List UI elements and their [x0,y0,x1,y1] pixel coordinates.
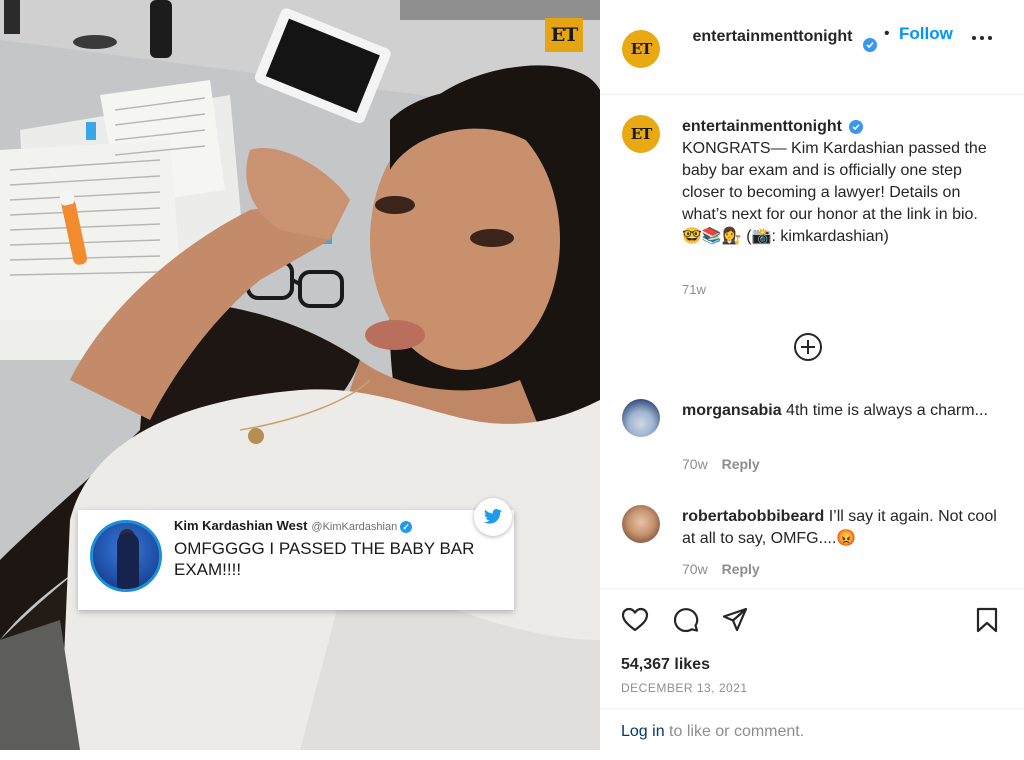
comment-text: 4th time is always a charm... [786,402,988,419]
post-side-panel: ET entertainmenttonight • Follow ET ente… [600,0,1024,750]
heart-icon[interactable] [621,606,649,634]
verified-icon [863,38,877,52]
post-actions-bar [600,588,1024,648]
load-more-comments-button[interactable] [793,332,823,362]
comment-meta: 70w Reply [682,561,760,577]
caption-avatar[interactable]: ET [622,115,660,153]
comment-icon[interactable] [672,606,700,634]
share-icon[interactable] [721,606,749,634]
comment-username[interactable]: morgansabia [682,402,782,419]
login-rest-text: to like or comment. [664,723,805,740]
post-header: ET entertainmenttonight • Follow [600,0,1024,95]
post-caption: entertainmenttonight KONGRATS— Kim Karda… [682,116,1002,248]
tweet-verified-icon: ✓ [400,520,413,533]
header-username[interactable]: entertainmenttonight [680,26,865,48]
comment-timestamp[interactable]: 70w [682,561,708,577]
embedded-tweet-card: Kim Kardashian West @KimKardashian ✓ OMFGG… [78,510,514,610]
comment-item: morgansabia 4th time is always a charm..… [682,400,1002,422]
caption-timestamp[interactable]: 71w [682,282,706,297]
login-link[interactable]: Log in [621,723,665,740]
twitter-bird-icon [474,498,512,536]
header-separator: • [884,25,890,42]
more-options-icon[interactable] [971,32,993,42]
post-photo[interactable]: ET Kim Kardashian West @KimKardashian ✓ OM… [0,0,600,750]
reply-button[interactable]: Reply [722,561,760,577]
comment-username[interactable]: robertabobbibeard [682,508,824,525]
tweet-text: OMFGGGG I PASSED THE BABY BAR EXAM!!!! [174,539,475,579]
tweet-author: Kim Kardashian West @KimKardashian ✓ [174,518,413,533]
caption-verified-icon [849,119,864,134]
tweet-avatar [90,520,162,592]
tweet-handle: @KimKardashian [311,521,398,533]
likes-count[interactable]: 54,367 likes [621,656,710,674]
account-avatar[interactable]: ET [622,30,660,68]
follow-button[interactable]: Follow [899,24,953,44]
commenter-avatar[interactable] [622,399,660,437]
login-prompt-text: Log in to like or comment. [621,723,804,741]
caption-username[interactable]: entertainmenttonight [682,118,842,135]
et-logo-badge: ET [545,18,583,52]
commenter-avatar[interactable] [622,505,660,543]
bottom-margin [0,750,1024,760]
caption-text: KONGRATS— Kim Kardashian passed the baby… [682,140,987,245]
reply-button[interactable]: Reply [722,456,760,472]
add-circle-icon [794,333,822,361]
bookmark-icon[interactable] [973,606,1001,634]
login-prompt: Log in to like or comment. [600,708,1024,750]
comment-meta: 70w Reply [682,456,760,472]
comment-item: robertabobbibeard I’ll say it again. Not… [682,506,1002,550]
comment-timestamp[interactable]: 70w [682,456,708,472]
photo-scene [0,0,600,750]
post-date: DECEMBER 13, 2021 [621,681,748,695]
